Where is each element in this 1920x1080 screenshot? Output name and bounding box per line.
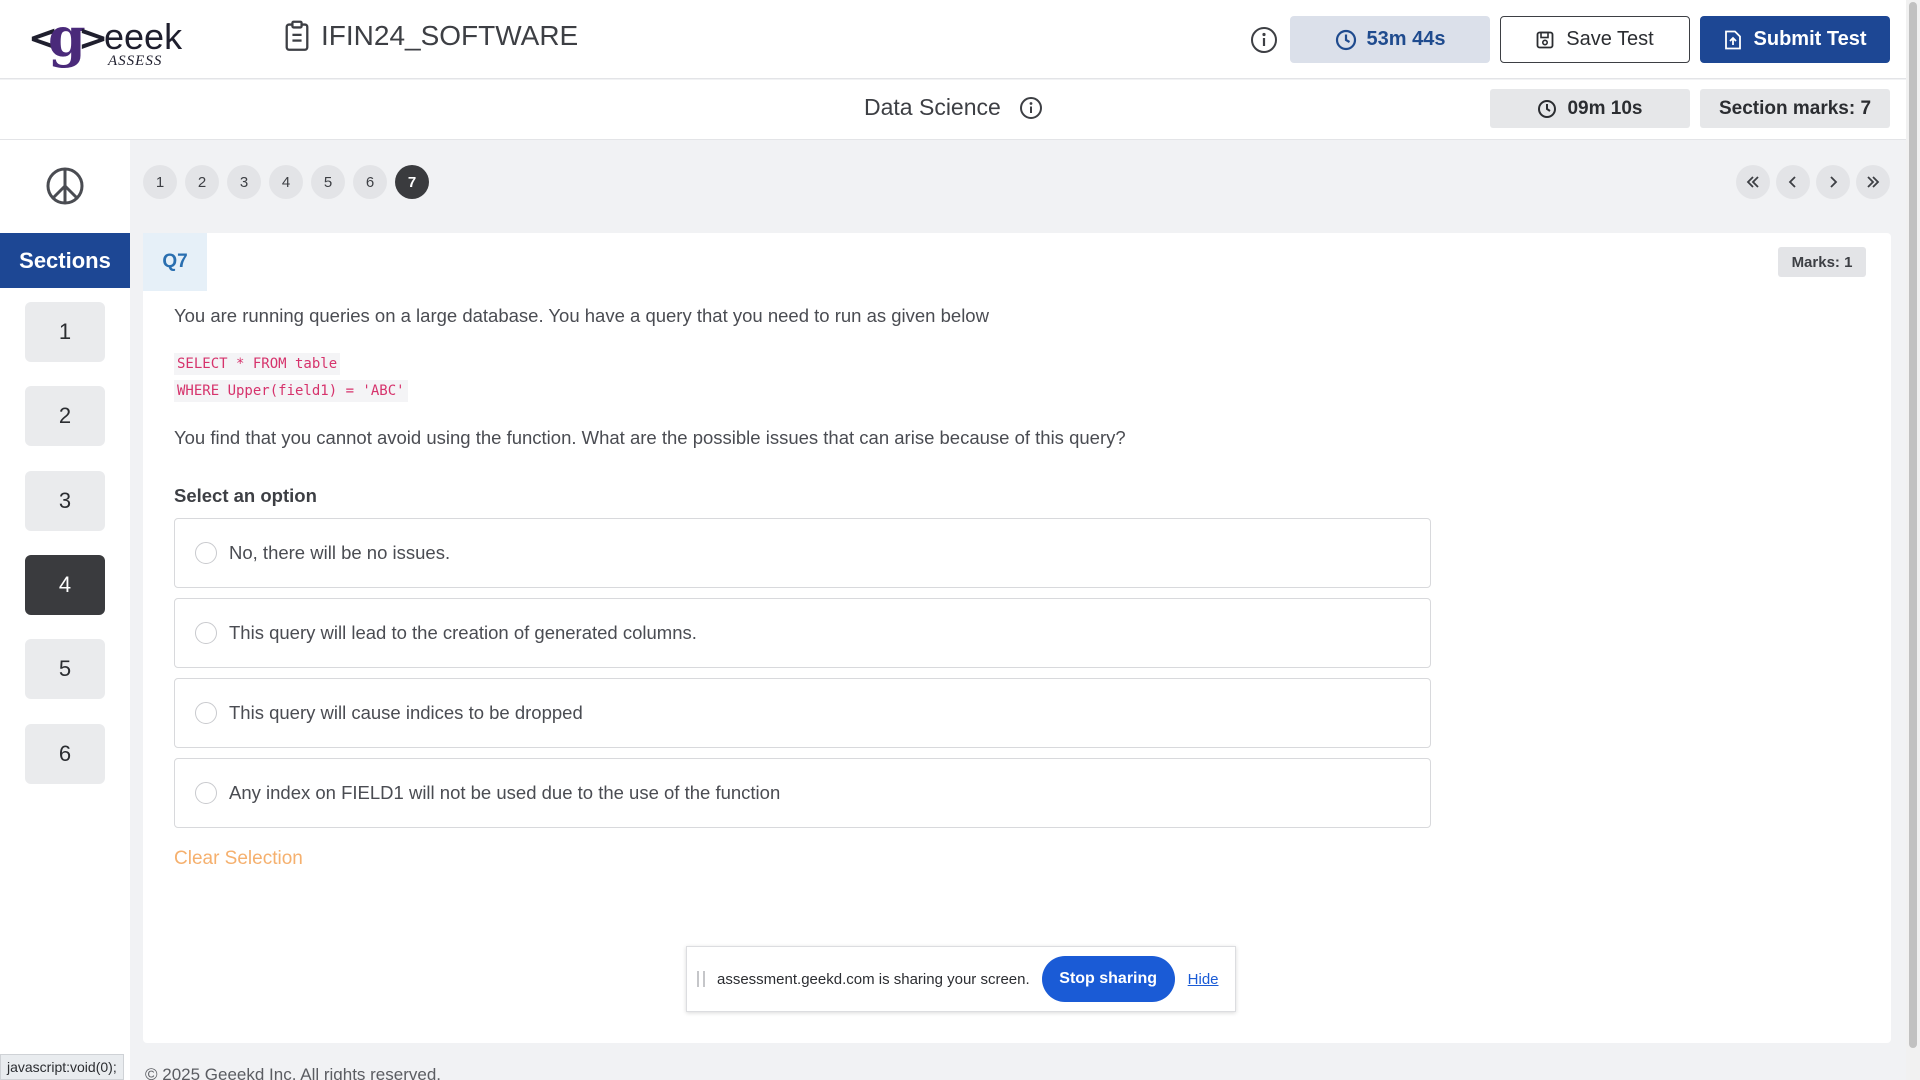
answer-option-3[interactable]: This query will cause indices to be drop… [174, 678, 1431, 748]
first-question-button[interactable] [1736, 165, 1770, 199]
scrollbar-thumb[interactable] [1909, 2, 1917, 1048]
submit-test-label: Submit Test [1753, 28, 1867, 50]
answer-option-text: No, there will be no issues. [229, 542, 451, 563]
page-scrollbar[interactable] [1906, 0, 1920, 1080]
clear-selection-link[interactable]: Clear Selection [174, 848, 303, 870]
overall-timer: 53m 44s [1290, 16, 1490, 63]
footer-copyright: © 2025 Geeekd Inc. All rights reserved. [145, 1065, 442, 1080]
section-button-1[interactable]: 1 [25, 302, 105, 362]
double-chevron-left-icon [1746, 176, 1759, 188]
save-test-label: Save Test [1566, 28, 1654, 50]
question-number-1[interactable]: 1 [143, 165, 177, 199]
radio-button[interactable] [195, 542, 217, 564]
sections-sidebar: Sections 1 2 3 4 5 6 [0, 140, 130, 1080]
section-title: Data Science [864, 94, 1043, 121]
section-button-4[interactable]: 4 [25, 555, 105, 615]
answer-option-text: Any index on FIELD1 will not be used due… [229, 782, 781, 803]
question-number-7[interactable]: 7 [395, 165, 429, 199]
status-bar-url: javascript:void(0); [0, 1054, 124, 1080]
code-line-1: SELECT * FROM table [174, 353, 341, 375]
logo-graphic: < g > eeek ASSESS [28, 5, 183, 69]
svg-text:ASSESS: ASSESS [107, 53, 162, 68]
radio-button[interactable] [195, 702, 217, 724]
question-label: Q7 [143, 233, 207, 291]
info-icon[interactable] [1250, 26, 1278, 54]
answer-option-1[interactable]: No, there will be no issues. [174, 518, 1431, 588]
screen-share-bar: assessment.geekd.com is sharing your scr… [686, 946, 1236, 1012]
section-button-3[interactable]: 3 [25, 471, 105, 531]
code-line-2: WHERE Upper(field1) = 'ABC' [174, 380, 408, 402]
question-number-5[interactable]: 5 [311, 165, 345, 199]
brand-logo: < g > eeek ASSESS [28, 5, 193, 69]
section-marks: Section marks: 7 [1700, 89, 1890, 128]
chevron-right-icon [1830, 176, 1838, 188]
question-text-followup: You find that you cannot avoid using the… [174, 427, 1126, 448]
next-question-button[interactable] [1816, 165, 1850, 199]
answer-option-4[interactable]: Any index on FIELD1 will not be used due… [174, 758, 1431, 828]
save-icon [1536, 31, 1554, 48]
screen-share-message: assessment.geekd.com is sharing your scr… [717, 970, 1030, 988]
question-number-3[interactable]: 3 [227, 165, 261, 199]
test-title: IFIN24_SOFTWARE [283, 20, 578, 52]
radio-button[interactable] [195, 622, 217, 644]
section-timer: 09m 10s [1490, 89, 1690, 128]
section-timer-value: 09m 10s [1567, 97, 1643, 119]
chevron-left-icon [1788, 176, 1796, 188]
double-chevron-right-icon [1867, 176, 1880, 188]
test-title-text: IFIN24_SOFTWARE [321, 20, 579, 51]
answer-option-text: This query will cause indices to be drop… [229, 702, 583, 723]
previous-question-button[interactable] [1776, 165, 1810, 199]
top-header: < g > eeek ASSESS IFIN24_SOFTWARE 53m 44… [0, 0, 1920, 79]
section-button-2[interactable]: 2 [25, 386, 105, 446]
question-number-2[interactable]: 2 [185, 165, 219, 199]
question-card: Q7 Marks: 1 You are running queries on a… [143, 233, 1891, 1043]
last-question-button[interactable] [1856, 165, 1890, 199]
clock-icon [1335, 29, 1356, 50]
clock-icon [1538, 99, 1557, 118]
hide-link[interactable]: Hide [1188, 971, 1219, 988]
overall-timer-value: 53m 44s [1366, 28, 1446, 50]
question-pager [1736, 165, 1890, 199]
drag-handle-icon[interactable] [697, 971, 705, 987]
section-button-5[interactable]: 5 [25, 639, 105, 699]
svg-text:eeek: eeek [104, 16, 183, 57]
stop-sharing-button[interactable]: Stop sharing [1041, 956, 1175, 1002]
question-navigator: 1 2 3 4 5 6 7 [143, 165, 429, 199]
answer-option-text: This query will lead to the creation of … [229, 622, 697, 643]
section-title-text: Data Science [864, 94, 1001, 120]
peace-icon [46, 167, 84, 205]
answer-option-2[interactable]: This query will lead to the creation of … [174, 598, 1431, 668]
marks-badge: Marks: 1 [1778, 247, 1866, 277]
section-info-icon[interactable] [1019, 96, 1043, 120]
radio-button[interactable] [195, 782, 217, 804]
submit-test-button[interactable]: Submit Test [1700, 16, 1890, 63]
question-number-4[interactable]: 4 [269, 165, 303, 199]
file-upload-icon [1724, 30, 1741, 49]
section-button-6[interactable]: 6 [25, 724, 105, 784]
question-text: You are running queries on a large datab… [174, 305, 989, 326]
save-test-button[interactable]: Save Test [1500, 16, 1690, 63]
sections-heading: Sections [0, 233, 130, 288]
clipboard-icon [285, 20, 309, 51]
section-bar: Data Science 09m 10s Section marks: 7 [0, 80, 1920, 140]
question-number-6[interactable]: 6 [353, 165, 387, 199]
select-option-label: Select an option [174, 485, 317, 506]
